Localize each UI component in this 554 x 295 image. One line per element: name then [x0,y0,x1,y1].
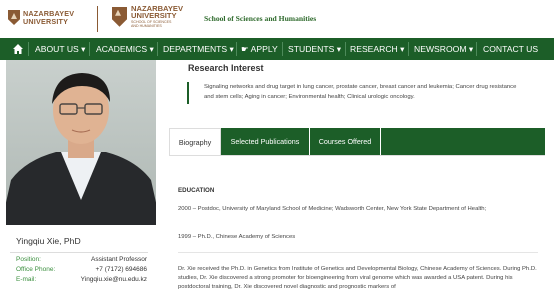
nu-logo[interactable]: NAZARBAYEV UNIVERSITY [8,10,74,25]
tab-selected-publications[interactable]: Selected Publications [221,128,309,155]
nav-divider [89,42,90,56]
tab-biography[interactable]: Biography [169,128,221,155]
crest-icon [8,10,20,25]
ssh-logo[interactable]: NAZARBAYEV UNIVERSITY SCHOOL OF SCIENCES… [112,5,183,28]
position-value: Assistant Professor [91,256,147,263]
position-label: Position: [16,256,41,263]
nav-divider [28,42,29,56]
nav-divider [157,42,158,56]
education-entry: 2000 – Postdoc, University of Maryland S… [178,206,487,212]
email-label: E-mail: [16,276,37,283]
nav-about-us[interactable]: ABOUT US ▾ [35,38,85,60]
education-entry: 1999 – Ph.D., Chinese Academy of Science… [178,234,296,240]
nav-divider [282,42,283,56]
profile-photo [6,60,156,225]
office-phone-label: Office Phone: [16,266,56,273]
research-interest-text: Signaling networks and drug target in lu… [204,84,517,100]
profile-name: Yingqiu Xie, PhD [16,236,81,246]
education-title: EDUCATION [178,187,215,194]
nav-divider [408,42,409,56]
divider [10,252,148,253]
logo-line2: UNIVERSITY [23,16,69,26]
nav-research[interactable]: RESEARCH ▾ [350,38,404,60]
nav-contact-us[interactable]: CONTACT US [483,38,538,60]
research-interest-title: Research Interest [188,63,264,73]
office-phone-value: +7 (7172) 694686 [95,266,147,273]
logo2-line2: UNIVERSITY [131,10,177,20]
home-icon[interactable] [12,43,24,55]
quote-bar [187,82,189,104]
profile-tabs: Biography Selected Publications Courses … [169,128,545,155]
divider [178,252,538,253]
nav-academics[interactable]: ACADEMICS ▾ [96,38,154,60]
tab-bar-fill [381,128,545,155]
school-name[interactable]: School of Sciences and Humanities [204,14,316,23]
logo2-line4: AND HUMANITIES [131,23,162,28]
nav-divider [345,42,346,56]
logo-divider [97,6,98,32]
site-header: NAZARBAYEV UNIVERSITY NAZARBAYEV UNIVERS… [0,0,554,38]
email-link[interactable]: Yingqiu.xie@nu.edu.kz [81,276,147,283]
nav-newsroom[interactable]: NEWSROOM ▾ [414,38,473,60]
tab-underline [169,155,545,156]
crest-icon [112,6,127,27]
main-nav: ABOUT US ▾ ACADEMICS ▾ DEPARTMENTS ▾ ☛ A… [0,38,554,60]
nav-divider [476,42,477,56]
biography-paragraph: Dr. Xie received the Ph.D. in Genetics f… [178,266,537,290]
tab-courses-offered[interactable]: Courses Offered [310,128,380,155]
nav-divider [236,42,237,56]
nav-apply[interactable]: ☛ APPLY [241,38,278,60]
nav-students[interactable]: STUDENTS ▾ [288,38,341,60]
nav-departments[interactable]: DEPARTMENTS ▾ [163,38,234,60]
